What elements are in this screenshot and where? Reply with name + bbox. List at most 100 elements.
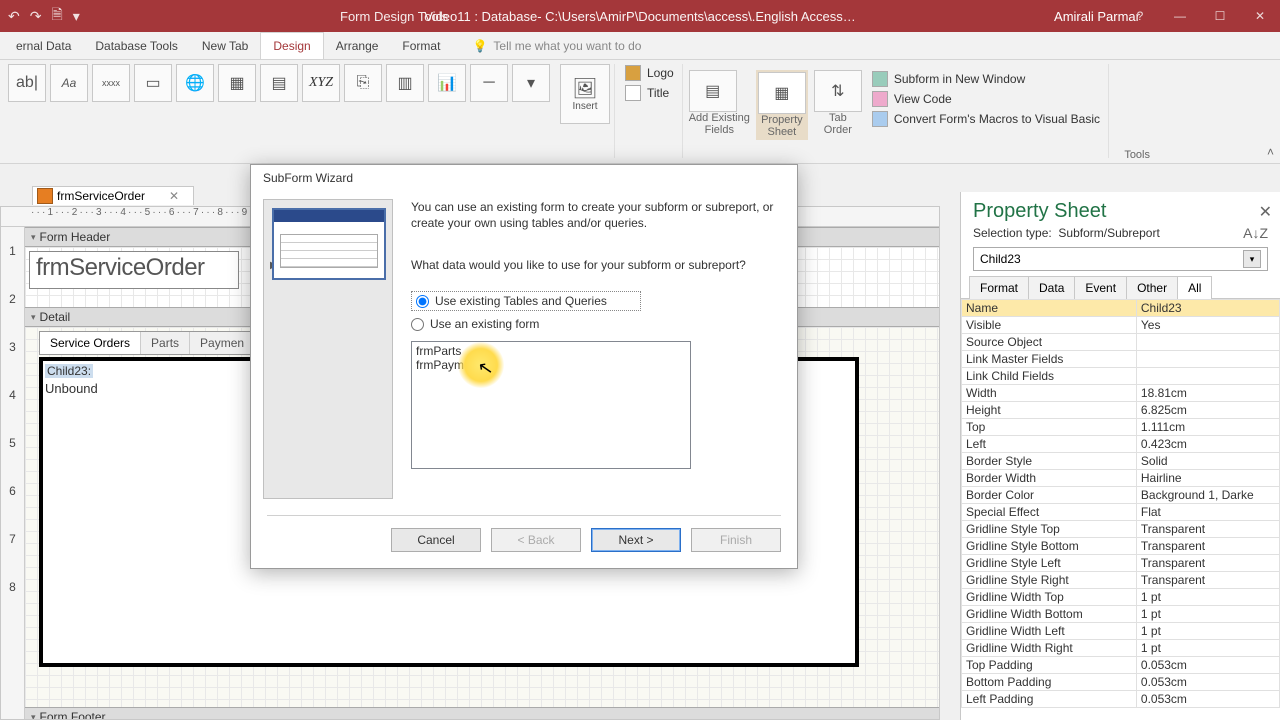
property-value[interactable]: Flat [1136, 504, 1279, 521]
add-existing-fields-button[interactable]: ▤ [689, 70, 737, 112]
tell-me-search[interactable]: 💡 Tell me what you want to do [452, 33, 1280, 59]
property-row[interactable]: Top1.111cm [962, 419, 1280, 436]
close-icon[interactable]: ✕ [1240, 0, 1280, 32]
redo-icon[interactable]: ↷ [30, 8, 42, 25]
print-preview-icon[interactable]: 🗎 [51, 4, 62, 28]
control-button-icon[interactable]: xxxx [92, 64, 130, 102]
insert-image-button[interactable]: 🖼Insert [560, 64, 610, 124]
property-row[interactable]: Special EffectFlat [962, 504, 1280, 521]
property-value[interactable]: 1 pt [1136, 623, 1279, 640]
control-tab-icon[interactable]: ▭ [134, 64, 172, 102]
property-value[interactable]: Transparent [1136, 538, 1279, 555]
property-row[interactable]: Bottom Padding0.053cm [962, 674, 1280, 691]
tab-format[interactable]: Format [390, 33, 452, 59]
property-row[interactable]: Left Padding0.053cm [962, 691, 1280, 708]
control-navigation-icon[interactable]: ▦ [218, 64, 256, 102]
property-row[interactable]: Gridline Width Right1 pt [962, 640, 1280, 657]
help-icon[interactable]: ? [1120, 0, 1160, 32]
property-value[interactable]: 0.423cm [1136, 436, 1279, 453]
property-value[interactable] [1136, 334, 1279, 351]
object-selector-combo[interactable]: Child23 ▾ [973, 247, 1268, 271]
radio-use-existing-form[interactable]: Use an existing form [411, 317, 781, 331]
property-value[interactable] [1136, 351, 1279, 368]
list-item[interactable]: frmParts [414, 344, 688, 358]
property-value[interactable]: Child23 [1136, 300, 1279, 317]
control-combobox-icon[interactable]: ▤ [260, 64, 298, 102]
property-value[interactable]: 0.053cm [1136, 657, 1279, 674]
property-row[interactable]: Height6.825cm [962, 402, 1280, 419]
property-value[interactable]: Background 1, Darke [1136, 487, 1279, 504]
property-value[interactable]: 1 pt [1136, 606, 1279, 623]
property-value[interactable]: Transparent [1136, 555, 1279, 572]
tab-order-button[interactable]: ⇅ [814, 70, 862, 112]
tab-control[interactable]: Service Orders Parts Paymen [39, 331, 256, 355]
qat-customize-icon[interactable]: ▾ [73, 8, 80, 25]
subtab-payments[interactable]: Paymen [190, 332, 255, 354]
close-form-tab-icon[interactable]: ✕ [169, 189, 179, 203]
radio-tables-input[interactable] [416, 295, 429, 308]
property-value[interactable]: 1.111cm [1136, 419, 1279, 436]
control-hyperlink-icon[interactable]: 🌐 [176, 64, 214, 102]
property-row[interactable]: Border WidthHairline [962, 470, 1280, 487]
prop-tab-all[interactable]: All [1177, 276, 1212, 299]
collapse-ribbon-icon[interactable]: ˄ [1267, 145, 1274, 159]
property-value[interactable]: 1 pt [1136, 589, 1279, 606]
property-value[interactable]: 6.825cm [1136, 402, 1279, 419]
title-button[interactable]: Title [621, 84, 678, 102]
property-row[interactable]: Border ColorBackground 1, Darke [962, 487, 1280, 504]
property-row[interactable]: Left0.423cm [962, 436, 1280, 453]
next-button[interactable]: Next > [591, 528, 681, 552]
control-textbox-icon[interactable]: ab| [8, 64, 46, 102]
undo-icon[interactable]: ↶ [8, 8, 20, 25]
property-row[interactable]: Source Object [962, 334, 1280, 351]
property-row[interactable]: Width18.81cm [962, 385, 1280, 402]
property-row[interactable]: NameChild23 [962, 300, 1280, 317]
control-label-icon[interactable]: Aa [50, 64, 88, 102]
radio-form-input[interactable] [411, 318, 424, 331]
control-pagebreak-icon[interactable]: ⎘ [344, 64, 382, 102]
property-value[interactable]: Yes [1136, 317, 1279, 334]
property-value[interactable]: Hairline [1136, 470, 1279, 487]
control-optiongroup-icon[interactable]: XYZ [302, 64, 340, 102]
property-row[interactable]: Gridline Style RightTransparent [962, 572, 1280, 589]
property-row[interactable]: Gridline Width Left1 pt [962, 623, 1280, 640]
property-row[interactable]: Link Master Fields [962, 351, 1280, 368]
property-value[interactable]: 18.81cm [1136, 385, 1279, 402]
property-value[interactable]: Solid [1136, 453, 1279, 470]
property-sheet-button[interactable]: ▦ [758, 72, 806, 114]
property-value[interactable]: 0.053cm [1136, 674, 1279, 691]
minimize-icon[interactable]: — [1160, 0, 1200, 32]
tab-design[interactable]: Design [260, 32, 323, 59]
property-row[interactable]: Gridline Width Bottom1 pt [962, 606, 1280, 623]
property-value[interactable]: 1 pt [1136, 640, 1279, 657]
control-chart-icon[interactable]: 📊 [428, 64, 466, 102]
property-row[interactable]: Border StyleSolid [962, 453, 1280, 470]
convert-macros-button[interactable]: Convert Form's Macros to Visual Basic [868, 110, 1104, 128]
property-value[interactable]: Transparent [1136, 521, 1279, 538]
property-row[interactable]: Top Padding0.053cm [962, 657, 1280, 674]
combo-dropdown-icon[interactable]: ▾ [1243, 250, 1261, 268]
prop-tab-format[interactable]: Format [969, 276, 1029, 299]
prop-tab-event[interactable]: Event [1074, 276, 1127, 299]
form-footer-section-bar[interactable]: Form Footer [1, 707, 939, 720]
view-code-button[interactable]: View Code [868, 90, 1104, 108]
control-more-icon[interactable]: ▾ [512, 64, 550, 102]
prop-tab-other[interactable]: Other [1126, 276, 1178, 299]
logo-button[interactable]: Logo [621, 64, 678, 82]
form-object-tab[interactable]: frmServiceOrder ✕ [32, 186, 194, 205]
property-value[interactable]: 0.053cm [1136, 691, 1279, 708]
property-value[interactable] [1136, 368, 1279, 385]
tab-new-tab[interactable]: New Tab [190, 33, 260, 59]
control-listbox-icon[interactable]: ▥ [386, 64, 424, 102]
tab-database-tools[interactable]: Database Tools [83, 33, 190, 59]
prop-tab-data[interactable]: Data [1028, 276, 1075, 299]
control-line-icon[interactable]: ─ [470, 64, 508, 102]
close-property-sheet-icon[interactable]: ✕ [1259, 202, 1272, 222]
property-row[interactable]: Gridline Style TopTransparent [962, 521, 1280, 538]
property-row[interactable]: Link Child Fields [962, 368, 1280, 385]
list-item[interactable]: frmPayments [414, 358, 688, 372]
tab-external-data[interactable]: ernal Data [4, 33, 83, 59]
property-row[interactable]: VisibleYes [962, 317, 1280, 334]
wizard-forms-listbox[interactable]: frmParts frmPayments [411, 341, 691, 469]
sort-az-icon[interactable]: A↓Z [1243, 225, 1268, 241]
